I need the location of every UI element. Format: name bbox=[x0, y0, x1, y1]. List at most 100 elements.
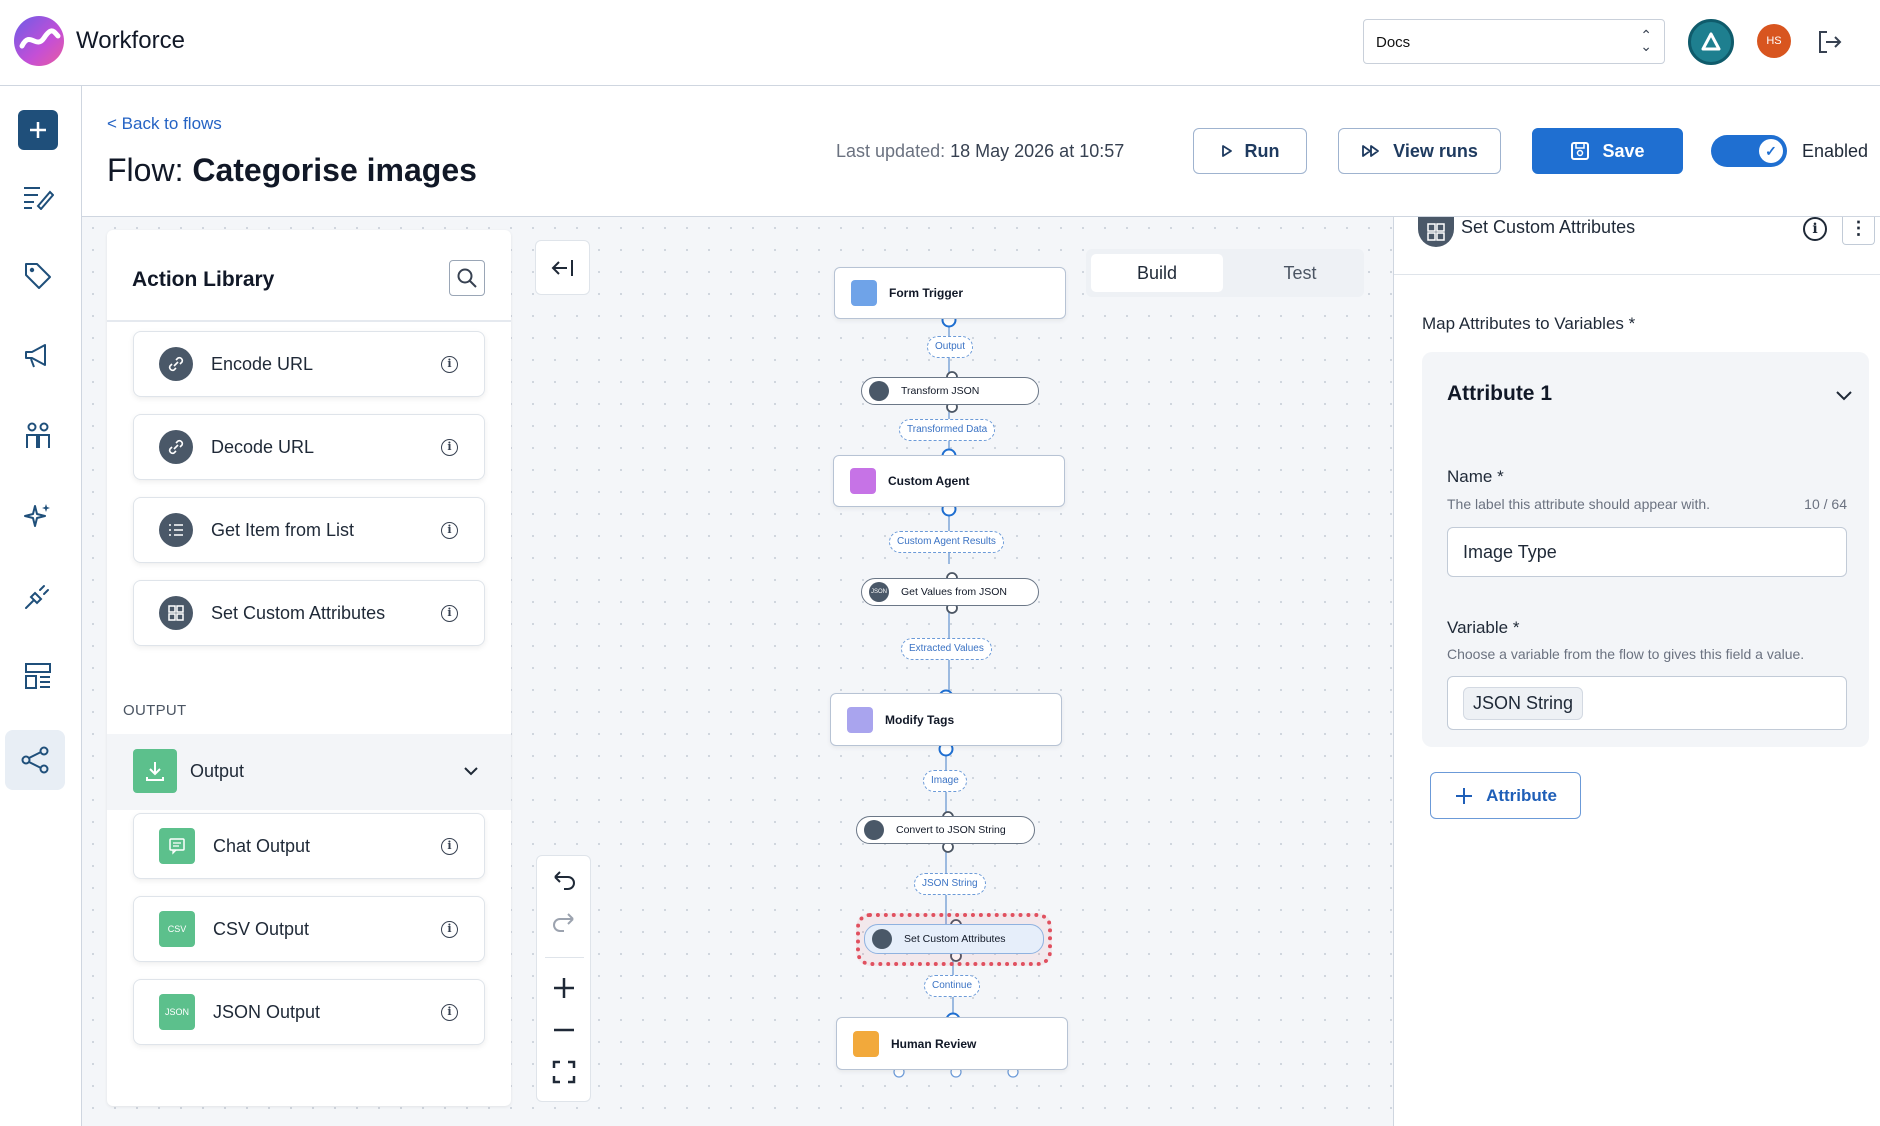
node-custom-agent[interactable]: Custom Agent bbox=[833, 455, 1065, 507]
info-icon[interactable]: i bbox=[441, 521, 458, 539]
attribute-name-input[interactable]: Image Type bbox=[1447, 527, 1847, 577]
fit-view-icon[interactable] bbox=[550, 1058, 578, 1091]
node-label: Form Trigger bbox=[889, 286, 964, 300]
variable-field-label: Variable * bbox=[1447, 618, 1520, 637]
tab-build[interactable]: Build bbox=[1091, 254, 1223, 292]
node-get-values-from-json[interactable]: JSON Get Values from JSON bbox=[861, 578, 1039, 606]
node-transform-json[interactable]: Transform JSON bbox=[861, 377, 1039, 405]
action-library-panel: Action Library Encode URL i Decode URL i… bbox=[107, 230, 511, 1106]
link-icon bbox=[159, 347, 193, 381]
node-label: Custom Agent bbox=[888, 474, 970, 488]
chat-icon bbox=[159, 828, 195, 864]
panel-title: Set Custom Attributes bbox=[1461, 217, 1636, 237]
output-group-header[interactable]: Output bbox=[107, 734, 511, 810]
info-icon[interactable]: i bbox=[441, 355, 458, 373]
info-icon[interactable]: i bbox=[441, 604, 458, 622]
grid-icon bbox=[872, 929, 892, 949]
name-char-count: 10 / 64 bbox=[1804, 496, 1847, 512]
braces-icon bbox=[864, 820, 884, 840]
panel-header-divider bbox=[1394, 274, 1880, 275]
library-item-label: Set Custom Attributes bbox=[211, 602, 386, 623]
variable-chip[interactable]: JSON String bbox=[1463, 687, 1584, 720]
add-attribute-button[interactable]: Attribute bbox=[1430, 772, 1581, 819]
library-item-label: CSV Output bbox=[213, 918, 310, 939]
transform-icon bbox=[869, 381, 889, 401]
library-item-label: Encode URL bbox=[211, 353, 314, 374]
edge-label-transformed-data: Transformed Data bbox=[899, 419, 996, 441]
library-item-label: Decode URL bbox=[211, 436, 315, 457]
grid-icon bbox=[1418, 217, 1454, 247]
node-set-custom-attributes[interactable]: Set Custom Attributes bbox=[864, 924, 1044, 954]
info-icon[interactable]: i bbox=[441, 837, 458, 855]
collapse-library-button[interactable] bbox=[535, 240, 590, 295]
build-test-tabs: Build Test bbox=[1086, 249, 1364, 297]
library-item-encode-url[interactable]: Encode URL i bbox=[133, 331, 485, 397]
node-label: Set Custom Attributes bbox=[904, 933, 1006, 945]
node-label: Human Review bbox=[891, 1036, 977, 1051]
redo-icon[interactable] bbox=[550, 910, 578, 943]
node-label: Convert to JSON String bbox=[896, 824, 1006, 836]
library-item-label: Chat Output bbox=[213, 835, 311, 856]
csv-icon: CSV bbox=[159, 911, 195, 947]
json-icon: JSON bbox=[159, 994, 195, 1030]
library-item-label: Get Item from List bbox=[211, 519, 355, 540]
output-section-heading: OUTPUT bbox=[123, 702, 187, 719]
attribute-title: Attribute 1 bbox=[1447, 382, 1552, 405]
library-item-csv-output[interactable]: CSV CSV Output i bbox=[133, 896, 485, 962]
agent-icon bbox=[850, 468, 876, 494]
search-icon bbox=[457, 268, 477, 288]
edge-label-custom-agent-results: Custom Agent Results bbox=[889, 531, 1004, 553]
edge-label-continue: Continue bbox=[924, 975, 981, 997]
list-icon bbox=[159, 513, 193, 547]
edge-label-json-string: JSON String bbox=[914, 873, 986, 895]
info-icon[interactable]: i bbox=[441, 920, 458, 938]
library-search-button[interactable] bbox=[449, 260, 485, 296]
node-human-review[interactable]: Human Review bbox=[836, 1017, 1068, 1070]
download-icon bbox=[133, 749, 177, 793]
json-icon: JSON bbox=[869, 582, 889, 602]
add-attribute-label: Attribute bbox=[1486, 785, 1557, 805]
library-header-divider bbox=[107, 320, 511, 322]
output-group-label: Output bbox=[190, 761, 245, 781]
info-icon[interactable]: i bbox=[1803, 217, 1827, 241]
zoom-in-icon[interactable] bbox=[550, 974, 578, 1007]
variable-field-help: Choose a variable from the flow to gives… bbox=[1447, 646, 1805, 662]
chevron-down-icon[interactable] bbox=[1834, 389, 1854, 403]
plus-icon bbox=[1456, 787, 1473, 804]
undo-icon[interactable] bbox=[550, 868, 578, 901]
variable-select[interactable]: JSON String bbox=[1447, 676, 1847, 730]
node-settings-panel: Set Custom Attributes i ⋮ Map Attributes… bbox=[1393, 217, 1880, 1126]
tag-icon bbox=[847, 706, 873, 733]
person-icon bbox=[853, 1030, 879, 1057]
node-modify-tags[interactable]: Modify Tags bbox=[830, 693, 1062, 746]
node-label: Modify Tags bbox=[885, 712, 955, 727]
name-field-help: The label this attribute should appear w… bbox=[1447, 496, 1711, 512]
collapse-left-icon bbox=[551, 259, 573, 276]
node-convert-to-json-string[interactable]: Convert to JSON String bbox=[856, 816, 1035, 844]
tab-test[interactable]: Test bbox=[1241, 254, 1359, 292]
attribute-card: Attribute 1 Name * The label this attrib… bbox=[1422, 352, 1869, 747]
action-library-title: Action Library bbox=[132, 268, 275, 291]
library-item-json-output[interactable]: JSON JSON Output i bbox=[133, 979, 485, 1045]
canvas-zoom-toolbar bbox=[536, 855, 591, 1102]
library-item-chat-output[interactable]: Chat Output i bbox=[133, 813, 485, 879]
name-field-label: Name * bbox=[1447, 467, 1504, 486]
grid-icon bbox=[159, 596, 193, 630]
edge-label-extracted-values: Extracted Values bbox=[901, 638, 992, 660]
info-icon[interactable]: i bbox=[441, 438, 458, 456]
library-item-get-item-from-list[interactable]: Get Item from List i bbox=[133, 497, 485, 563]
form-icon bbox=[851, 280, 877, 306]
library-item-label: JSON Output bbox=[213, 1001, 321, 1022]
info-icon[interactable]: i bbox=[441, 1003, 458, 1021]
chevron-down-icon bbox=[464, 767, 478, 776]
library-item-decode-url[interactable]: Decode URL i bbox=[133, 414, 485, 480]
library-item-set-custom-attributes[interactable]: Set Custom Attributes i bbox=[133, 580, 485, 646]
map-attributes-label: Map Attributes to Variables * bbox=[1422, 314, 1636, 333]
node-label: Get Values from JSON bbox=[901, 586, 1008, 598]
zoom-out-icon[interactable] bbox=[550, 1016, 578, 1049]
edge-label-image: Image bbox=[923, 770, 967, 792]
toolbar-divider bbox=[545, 957, 584, 958]
node-form-trigger[interactable]: Form Trigger bbox=[834, 267, 1066, 319]
edge-label-output: Output bbox=[927, 336, 974, 358]
more-options-icon[interactable]: ⋮ bbox=[1842, 217, 1875, 245]
